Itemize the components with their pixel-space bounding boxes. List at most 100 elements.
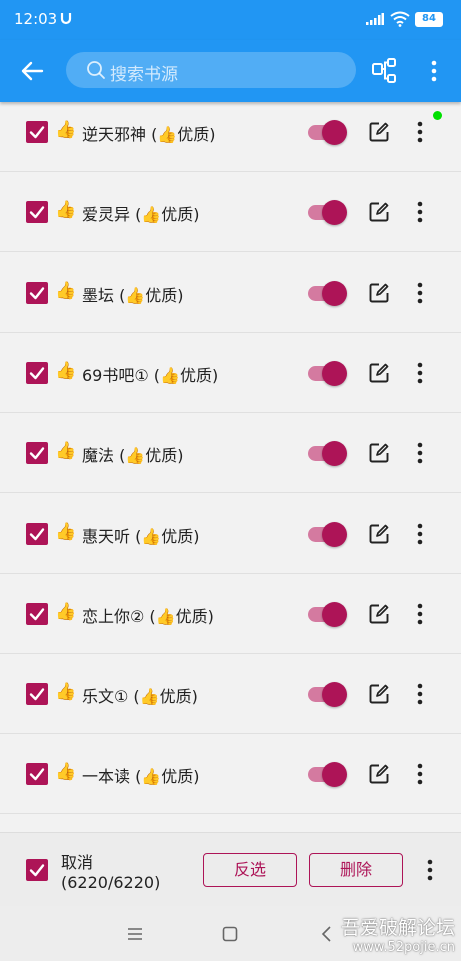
selection-count: (6220/6220) bbox=[61, 873, 161, 892]
delete-button[interactable]: 删除 bbox=[309, 853, 403, 887]
source-checkbox[interactable] bbox=[26, 281, 48, 304]
source-row[interactable]: 👍 爱灵异 (👍优质) bbox=[0, 172, 461, 253]
source-row[interactable]: 👍 逆天邪神 (👍优质) bbox=[0, 102, 461, 172]
cancel-selection-label[interactable]: 取消 bbox=[61, 849, 93, 873]
overflow-menu-icon[interactable] bbox=[424, 57, 444, 85]
source-name: 爱灵异 (👍优质) bbox=[82, 205, 200, 225]
selection-action-bar: 取消 (6220/6220) 反选 删除 bbox=[0, 832, 461, 906]
source-checkbox[interactable] bbox=[26, 442, 48, 465]
thumbs-up-icon: 👍 bbox=[55, 360, 77, 381]
switch-knob bbox=[322, 762, 347, 788]
source-name: 乐文① (👍优质) bbox=[82, 687, 198, 707]
select-all-checkbox[interactable] bbox=[26, 859, 48, 881]
row-more-icon[interactable] bbox=[412, 361, 428, 385]
invert-selection-button[interactable]: 反选 bbox=[203, 853, 297, 887]
source-row[interactable]: 👍 魔法 (👍优质) bbox=[0, 413, 461, 494]
source-checkbox[interactable] bbox=[26, 763, 48, 786]
source-enable-switch[interactable] bbox=[308, 360, 348, 386]
thumbs-up-icon: 👍 bbox=[55, 601, 77, 622]
edit-icon[interactable] bbox=[368, 683, 390, 705]
status-bar: 12:03 84 bbox=[0, 0, 461, 40]
source-name: 惠天听 (👍优质) bbox=[82, 526, 200, 546]
switch-knob bbox=[322, 200, 347, 226]
thumbs-up-icon: 👍 bbox=[55, 441, 77, 462]
source-enable-switch[interactable] bbox=[308, 440, 348, 467]
edit-icon[interactable] bbox=[368, 763, 390, 785]
status-dot bbox=[433, 111, 442, 120]
notification-icon bbox=[60, 13, 72, 25]
row-more-icon[interactable] bbox=[412, 120, 428, 144]
source-row[interactable]: 👍 惠天听 (👍优质) bbox=[0, 493, 461, 574]
source-row[interactable]: 👍 69书吧① (👍优质) bbox=[0, 332, 461, 413]
switch-knob bbox=[322, 521, 347, 547]
row-more-icon[interactable] bbox=[412, 762, 428, 786]
edit-icon[interactable] bbox=[368, 282, 390, 304]
source-list[interactable]: 👍 逆天邪神 (👍优质) 👍 爱灵异 (👍优质) 👍 墨坛 (👍优质) 👍 69书吧① (👍优… bbox=[0, 102, 461, 832]
row-more-icon[interactable] bbox=[412, 682, 428, 706]
edit-icon[interactable] bbox=[368, 362, 390, 384]
source-checkbox[interactable] bbox=[26, 121, 48, 143]
source-enable-switch[interactable] bbox=[308, 199, 348, 226]
home-square-icon[interactable] bbox=[221, 925, 239, 943]
switch-knob bbox=[322, 601, 347, 627]
back-arrow-icon[interactable] bbox=[18, 57, 46, 85]
signal-icon bbox=[366, 13, 384, 25]
source-enable-switch[interactable] bbox=[308, 601, 348, 627]
switch-knob bbox=[322, 280, 347, 306]
battery-icon: 84 bbox=[415, 12, 443, 27]
switch-knob bbox=[322, 360, 347, 386]
edit-icon[interactable] bbox=[368, 121, 390, 143]
source-enable-switch[interactable] bbox=[308, 761, 348, 788]
thumbs-up-icon: 👍 bbox=[55, 200, 77, 221]
thumbs-up-icon: 👍 bbox=[55, 762, 77, 783]
check-icon bbox=[29, 864, 45, 877]
search-input[interactable]: 搜索书源 bbox=[66, 52, 356, 88]
row-more-icon[interactable] bbox=[412, 441, 428, 465]
source-checkbox[interactable] bbox=[26, 522, 48, 545]
source-checkbox[interactable] bbox=[26, 602, 48, 625]
group-icon[interactable] bbox=[371, 57, 399, 85]
check-icon bbox=[29, 688, 45, 701]
source-row[interactable]: 👍 一本读 (👍优质) bbox=[0, 734, 461, 815]
check-icon bbox=[29, 206, 45, 219]
more-actions-icon[interactable] bbox=[422, 858, 438, 882]
row-more-icon[interactable] bbox=[412, 281, 428, 305]
edit-icon[interactable] bbox=[368, 603, 390, 625]
source-checkbox[interactable] bbox=[26, 683, 48, 706]
source-checkbox[interactable] bbox=[26, 201, 48, 224]
row-more-icon[interactable] bbox=[412, 522, 428, 546]
source-enable-switch[interactable] bbox=[308, 521, 348, 547]
thumbs-up-icon: 👍 bbox=[55, 280, 77, 301]
source-checkbox[interactable] bbox=[26, 361, 48, 384]
source-enable-switch[interactable] bbox=[308, 280, 348, 306]
source-enable-switch[interactable] bbox=[308, 119, 348, 145]
thumbs-up-icon: 👍 bbox=[55, 120, 77, 140]
search-icon bbox=[87, 61, 105, 79]
check-icon bbox=[29, 286, 45, 299]
source-row[interactable]: 👍 乐文① (👍优质) bbox=[0, 654, 461, 735]
source-name: 墨坛 (👍优质) bbox=[82, 285, 184, 305]
thumbs-up-icon: 👍 bbox=[55, 682, 77, 703]
switch-knob bbox=[322, 120, 347, 145]
check-icon bbox=[29, 608, 45, 620]
wifi-icon bbox=[390, 11, 410, 27]
edit-icon[interactable] bbox=[368, 523, 390, 545]
switch-knob bbox=[322, 682, 347, 708]
row-more-icon[interactable] bbox=[412, 602, 428, 626]
source-name: 恋上你② (👍优质) bbox=[82, 606, 214, 626]
check-icon bbox=[29, 768, 45, 781]
row-more-icon[interactable] bbox=[412, 200, 428, 224]
source-row[interactable]: 👍 墨坛 (👍优质) bbox=[0, 252, 461, 333]
watermark-url: www.52pojie.cn bbox=[352, 940, 455, 955]
watermark-title: 吾爱破解论坛 bbox=[340, 917, 455, 939]
back-chevron-icon[interactable] bbox=[318, 925, 336, 943]
system-nav-bar: 吾爱破解论坛 www.52pojie.cn bbox=[0, 906, 461, 961]
source-row[interactable]: 👍 恋上你② (👍优质) bbox=[0, 573, 461, 654]
edit-icon[interactable] bbox=[368, 442, 390, 464]
recents-menu-icon[interactable] bbox=[126, 925, 144, 943]
switch-knob bbox=[322, 441, 347, 467]
edit-icon[interactable] bbox=[368, 201, 390, 223]
source-enable-switch[interactable] bbox=[308, 681, 348, 708]
check-icon bbox=[29, 367, 45, 380]
check-icon bbox=[29, 447, 45, 460]
